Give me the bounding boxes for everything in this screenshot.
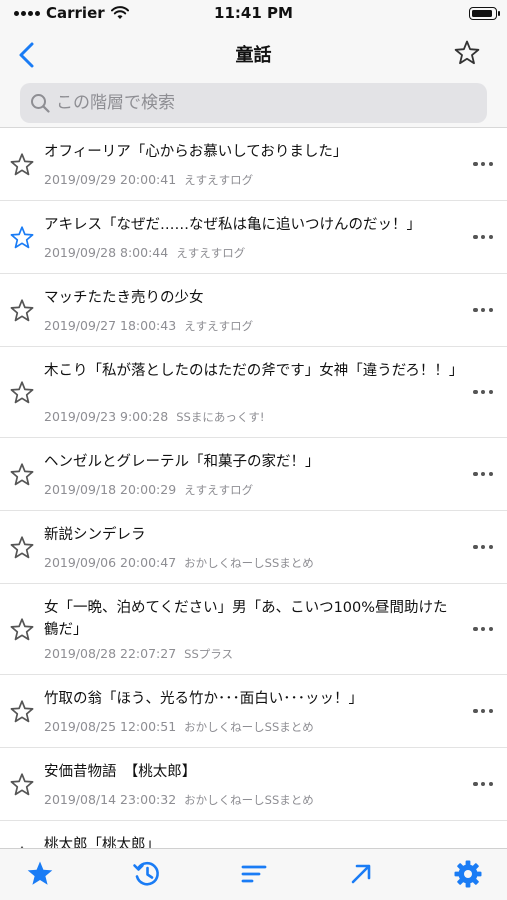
favorite-star-icon[interactable] <box>9 380 35 406</box>
tab-jump-button[interactable] <box>346 859 376 889</box>
favorite-star-icon[interactable] <box>9 225 35 251</box>
item-title: 木こり「私が落としたのはただの斧です」女神「違うだろ！！」 <box>44 363 464 379</box>
item-meta: 2019/09/18 20:00:29 えすえすログ <box>44 482 253 498</box>
item-source: おかしくねーしSSまとめ <box>184 720 314 734</box>
item-source: SSプラス <box>184 647 234 661</box>
item-title: 安価昔物語 【桃太郎】 <box>44 764 197 780</box>
item-meta: 2019/09/27 18:00:43 えすえすログ <box>44 318 253 334</box>
favorite-star-icon[interactable] <box>9 535 35 561</box>
item-source: えすえすログ <box>176 246 246 260</box>
tab-settings-button[interactable] <box>453 859 483 889</box>
favorite-star-icon[interactable] <box>9 617 35 643</box>
tab-sort-button[interactable] <box>239 859 269 889</box>
item-date: 2019/09/28 8:00:44 <box>44 245 169 260</box>
more-options-icon[interactable] <box>473 234 493 241</box>
list-item[interactable]: 新説シンデレラ 2019/09/06 20:00:47 おかしくねーしSSまとめ <box>0 511 507 584</box>
item-date: 2019/09/29 20:00:41 <box>44 172 177 187</box>
more-options-icon[interactable] <box>473 161 493 168</box>
tab-history-button[interactable] <box>132 859 162 889</box>
list-item[interactable]: 安価昔物語 【桃太郎】 2019/08/14 23:00:32 おかしくねーしSSま… <box>0 748 507 821</box>
item-source: おかしくねーしSSまとめ <box>184 556 314 570</box>
item-date: 2019/08/14 23:00:32 <box>44 792 177 807</box>
more-options-icon[interactable] <box>473 626 493 633</box>
list-item[interactable]: 桃太郎「桃太郎」 <box>0 821 507 848</box>
item-meta: 2019/09/28 8:00:44 えすえすログ <box>44 245 245 261</box>
tab-bar <box>0 848 507 900</box>
item-title: アキレス「なぜだ……なぜ私は亀に追いつけんのだッ！」 <box>44 217 421 233</box>
search-icon <box>31 94 50 113</box>
item-source: えすえすログ <box>184 483 254 497</box>
battery-icon <box>469 7 500 20</box>
item-title: オフィーリア「心からお慕いしておりました」 <box>44 144 348 160</box>
list-item[interactable]: アキレス「なぜだ……なぜ私は亀に追いつけんのだッ！」 2019/09/28 8:0… <box>0 201 507 274</box>
list-item[interactable]: マッチたたき売りの少女 2019/09/27 18:00:43 えすえすログ <box>0 274 507 347</box>
more-options-icon[interactable] <box>473 389 493 396</box>
item-title: ヘンゼルとグレーテル「和菓子の家だ！」 <box>44 454 320 470</box>
more-options-icon[interactable] <box>473 307 493 314</box>
search-field[interactable] <box>20 83 487 123</box>
favorite-star-icon[interactable] <box>9 699 35 725</box>
search-input[interactable] <box>56 93 456 113</box>
more-options-icon[interactable] <box>473 708 493 715</box>
list-item[interactable]: オフィーリア「心からお慕いしておりました」 2019/09/29 20:00:41… <box>0 128 507 201</box>
more-options-icon[interactable] <box>473 781 493 788</box>
favorite-folder-button[interactable] <box>453 39 481 67</box>
page-title: 童話 <box>235 45 272 66</box>
item-title: 竹取の翁「ほう、光る竹か･･･面白い･･･ッッ！」 <box>44 691 363 707</box>
item-source: えすえすログ <box>184 173 254 187</box>
favorite-star-icon[interactable] <box>9 462 35 488</box>
status-bar: Carrier 11:41 PM <box>0 0 507 30</box>
favorite-star-icon[interactable] <box>9 772 35 798</box>
item-title: マッチたたき売りの少女 <box>44 290 204 306</box>
story-list: オフィーリア「心からお慕いしておりました」 2019/09/29 20:00:41… <box>0 128 507 848</box>
more-options-icon[interactable] <box>473 471 493 478</box>
list-item[interactable]: 木こり「私が落としたのはただの斧です」女神「違うだろ！！」 2019/09/23 … <box>0 347 507 438</box>
item-meta: 2019/08/25 12:00:51 おかしくねーしSSまとめ <box>44 719 314 735</box>
favorite-star-icon[interactable] <box>9 298 35 324</box>
item-date: 2019/09/27 18:00:43 <box>44 318 177 333</box>
item-title: 新説シンデレラ <box>44 527 146 543</box>
tab-favorites-button[interactable] <box>25 859 55 889</box>
item-meta: 2019/08/14 23:00:32 おかしくねーしSSまとめ <box>44 792 314 808</box>
item-meta: 2019/09/29 20:00:41 えすえすログ <box>44 172 253 188</box>
item-title: 桃太郎「桃太郎」 <box>44 837 160 848</box>
item-source: おかしくねーしSSまとめ <box>184 793 314 807</box>
item-source: えすえすログ <box>184 319 254 333</box>
list-item[interactable]: ヘンゼルとグレーテル「和菓子の家だ！」 2019/09/18 20:00:29 えす… <box>0 438 507 511</box>
item-meta: 2019/08/28 22:07:27 SSプラス <box>44 646 233 662</box>
item-source: SSまにあっくす! <box>176 410 265 424</box>
favorite-star-icon[interactable] <box>9 152 35 178</box>
status-time: 11:41 PM <box>214 4 293 22</box>
item-meta: 2019/09/06 20:00:47 おかしくねーしSSまとめ <box>44 555 314 571</box>
nav-bar: 童話 <box>0 30 507 78</box>
list-item[interactable]: 女「一晩、泊めてください」男「あ、こいつ100%昼間助けた鶴だ」 2019/08/… <box>0 584 507 675</box>
item-meta: 2019/09/23 9:00:28 SSまにあっくす! <box>44 409 264 425</box>
search-bar <box>0 78 507 128</box>
item-date: 2019/09/06 20:00:47 <box>44 555 177 570</box>
item-date: 2019/09/23 9:00:28 <box>44 409 169 424</box>
item-title: 女「一晩、泊めてください」男「あ、こいつ100%昼間助けた鶴だ」 <box>44 600 448 638</box>
list-item[interactable]: 竹取の翁「ほう、光る竹か･･･面白い･･･ッッ！」 2019/08/25 12:0… <box>0 675 507 748</box>
item-date: 2019/08/25 12:00:51 <box>44 719 177 734</box>
item-date: 2019/09/18 20:00:29 <box>44 482 177 497</box>
item-date: 2019/08/28 22:07:27 <box>44 646 177 661</box>
more-options-icon[interactable] <box>473 544 493 551</box>
